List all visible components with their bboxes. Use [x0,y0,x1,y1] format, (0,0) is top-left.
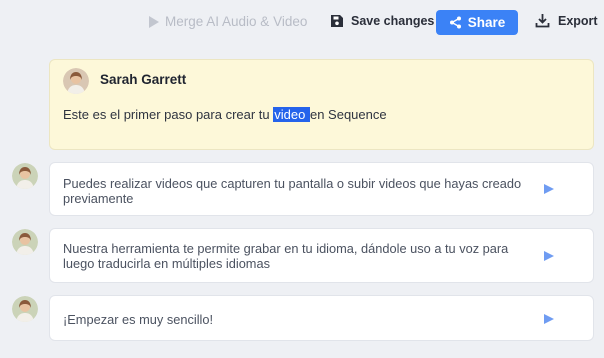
avatar [12,229,38,255]
export-button[interactable]: Export [535,13,598,28]
play-icon[interactable] [544,184,554,194]
share-label: Share [467,15,506,30]
toolbar: Merge AI Audio & Video Save changes Shar… [0,0,604,45]
script-row[interactable]: Nuestra herramienta te permite grabar en… [49,228,594,283]
active-script-card[interactable]: Sarah Garrett Este es el primer paso par… [49,59,594,150]
script-text[interactable]: Este es el primer paso para crear tu vid… [63,107,387,122]
avatar [12,296,38,322]
play-icon[interactable] [544,314,554,324]
floppy-disk-icon [331,15,343,27]
script-row-text[interactable]: Nuestra herramienta te permite grabar en… [63,241,523,271]
merge-ai-audio-video-button[interactable]: Merge AI Audio & Video [148,14,307,29]
avatar [12,163,38,189]
export-label: Export [558,13,598,28]
selected-text[interactable]: video [273,107,310,122]
save-changes-button[interactable]: Save changes [330,14,434,28]
avatar [63,68,89,94]
script-row-text[interactable]: Puedes realizar videos que capturen tu p… [63,176,523,206]
download-icon [535,14,550,28]
script-row[interactable]: Puedes realizar videos que capturen tu p… [49,162,594,216]
script-row-text[interactable]: ¡Empezar es muy sencillo! [63,312,523,327]
script-text-before: Este es el primer paso para crear tu [63,107,274,122]
play-icon[interactable] [544,251,554,261]
play-icon [149,15,159,28]
save-label: Save changes [351,14,435,28]
share-icon [449,16,461,29]
script-text-after: en Sequence [309,107,387,122]
speaker-name: Sarah Garrett [100,72,187,87]
share-button[interactable]: Share [436,10,518,35]
merge-label: Merge AI Audio & Video [165,14,308,29]
script-row[interactable]: ¡Empezar es muy sencillo! [49,295,594,341]
